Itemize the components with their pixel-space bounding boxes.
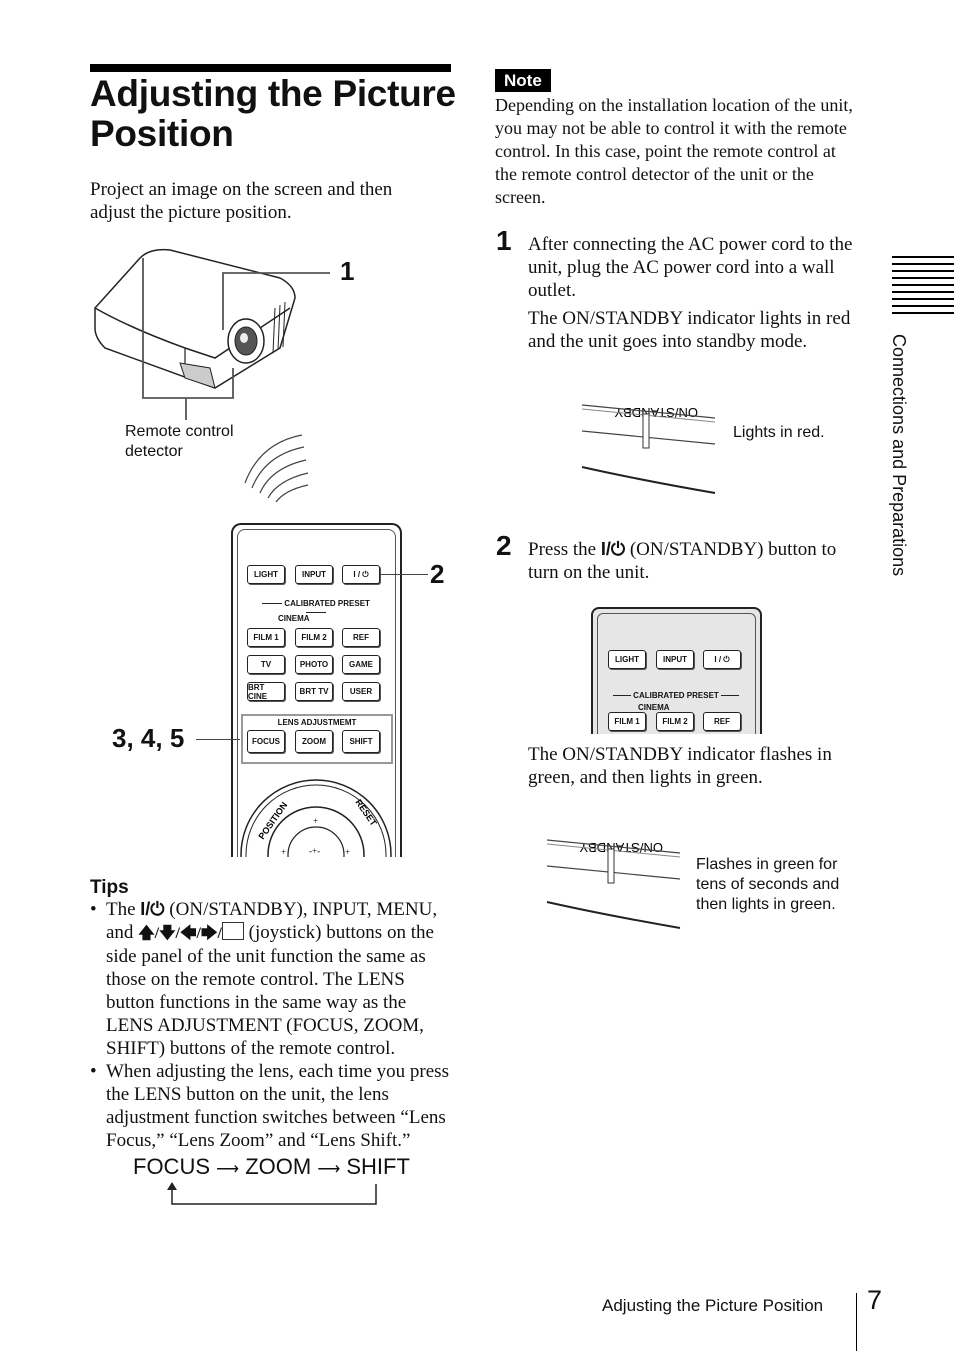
indicator-illustration-green: ON/STANDBY (546, 839, 681, 929)
step-1-number: 1 (496, 225, 512, 256)
intro-text: Project an image on the screen and then … (90, 179, 393, 223)
remote-button-input: INPUT (656, 650, 694, 669)
tips-list: The I/⏻ (ON/STANDBY), INPUT, MENU, and 🡅… (90, 898, 452, 1152)
note-text: Depending on the installation location o… (495, 95, 853, 207)
caption-lights-red: Lights in red. (733, 424, 825, 441)
tip-2: When adjusting the lens, each time you p… (90, 1060, 452, 1152)
caption-flashes-green: Flashes in green for tens of seconds and… (696, 856, 840, 913)
remote-button-i-: I / ⏻ (703, 650, 741, 669)
lens-adjustment-label: LENS ADJUSTMEMT (277, 718, 357, 727)
section-tab-marker (892, 256, 954, 319)
remote-control-detector-label: Remote control detector (125, 423, 234, 460)
power-icon: I/⏻ (140, 899, 165, 919)
svg-text:+: + (313, 816, 318, 826)
callout-1: 1 (340, 256, 355, 286)
remote-button-film-1: FILM 1 (247, 628, 285, 647)
remote-button-brt-cine: BRT CINE (247, 682, 285, 701)
callout-3-4-5: 3, 4, 5 (112, 723, 185, 753)
remote-button-light: LIGHT (247, 565, 285, 584)
callout-2: 2 (430, 559, 445, 589)
remote-button-brt-tv: BRT TV (295, 682, 333, 701)
arrow-icons: 🡅/🡇/🡄/🡆/ (138, 925, 222, 942)
tip-1: The I/⏻ (ON/STANDBY), INPUT, MENU, and 🡅… (90, 898, 452, 1060)
calibrated-preset-label: CALIBRATED PRESET (284, 599, 370, 608)
joystick-center-icon (221, 922, 244, 940)
power-icon: I/⏻ (600, 539, 626, 559)
note-badge: Note (495, 69, 551, 92)
svg-text:+: + (345, 847, 350, 857)
page-title: Adjusting the Picture Position (90, 73, 456, 154)
remote-button-i-: I / ⏻ (342, 565, 380, 584)
tips-heading: Tips (90, 877, 129, 898)
step-2-text: Press the I/⏻ (ON/STANDBY) button to tur… (528, 539, 837, 583)
remote-button-light: LIGHT (608, 650, 646, 669)
step-1-text: After connecting the AC power cord to th… (528, 234, 853, 301)
running-footer-title: Adjusting the Picture Position (602, 1296, 824, 1315)
svg-text:+: + (281, 847, 286, 857)
cycle-return-arrow (167, 1182, 377, 1205)
remote-button-ref: REF (342, 628, 380, 647)
remote-button-input: INPUT (295, 565, 333, 584)
page-number: 7 (867, 1285, 883, 1315)
remote-button-game: GAME (342, 655, 380, 674)
title-rule (90, 64, 451, 72)
step-2-number: 2 (496, 530, 512, 561)
lens-cycle-diagram: FOCUS ⟶ ZOOM ⟶ SHIFT (133, 1154, 410, 1179)
remote-button-film-1: FILM 1 (608, 712, 646, 731)
indicator-illustration-red: ON/STANDBY (581, 404, 716, 494)
cinema-label: CINEMA (278, 614, 310, 623)
remote-button-film-2: FILM 2 (656, 712, 694, 731)
step-1-result: The ON/STANDBY indicator lights in red a… (528, 308, 851, 352)
remote-button-film-2: FILM 2 (295, 628, 333, 647)
remote-control-illustration: LIGHT INPUT I / ⏻ FILM 1 FILM 2 REF TV PHOTO GAM… (231, 523, 402, 857)
remote-button-tv: TV (247, 655, 285, 674)
remote-button-photo: PHOTO (295, 655, 333, 674)
remote-button-ref: REF (703, 712, 741, 731)
svg-text:-+-: -+- (309, 846, 320, 856)
section-label: Connections and Preparations (889, 334, 909, 577)
remote-control-top-illustration: LIGHT INPUT I / ⏻ FILM 1 FILM 2 REF CALIBRATE… (591, 607, 762, 734)
remote-button-user: USER (342, 682, 380, 701)
projector-illustration (94, 248, 330, 503)
step-2-result: The ON/STANDBY indicator flashes in gree… (528, 744, 832, 788)
